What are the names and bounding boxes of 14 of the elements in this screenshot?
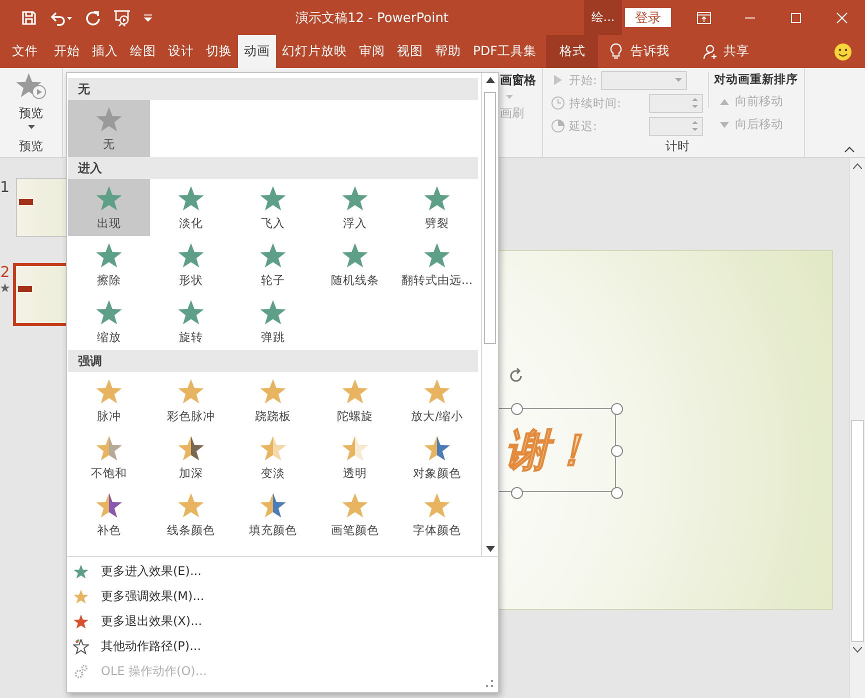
start-label: 开始: [569, 72, 597, 88]
duration-label: 持续时间: [569, 96, 621, 110]
section-header: 进入 [68, 157, 478, 179]
contextual-tab-header: 绘... [584, 0, 622, 35]
slide-text: 谢！ [505, 424, 593, 478]
section-header: 强调 [68, 350, 478, 372]
slide-number: 1 [0, 178, 10, 196]
group-label: 预览 [19, 138, 43, 155]
window-title: 演示文稿12 - PowerPoint [294, 10, 450, 26]
slide-number: 2 [0, 263, 10, 281]
section-header: 无 [68, 78, 478, 100]
group-label: 计时 [664, 138, 690, 155]
delay-label: 延迟: [569, 118, 597, 134]
reorder-heading: 对动画重新排序 [714, 72, 798, 87]
